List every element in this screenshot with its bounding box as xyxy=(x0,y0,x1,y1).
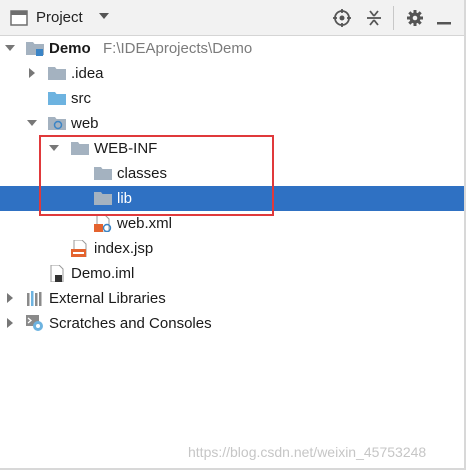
tree-item-scratches[interactable]: Scratches and Consoles xyxy=(0,311,464,336)
tree-item-label: classes xyxy=(117,165,168,182)
expanded-arrow-icon[interactable] xyxy=(26,117,38,129)
tree-item-label: Demo xyxy=(49,40,91,57)
panel-header: Project xyxy=(0,0,464,36)
source-folder-icon xyxy=(48,92,66,105)
tree-item-label: .idea xyxy=(71,65,104,82)
jsp-file-icon xyxy=(71,240,87,257)
tree-item-label: External Libraries xyxy=(49,290,166,307)
watermark: https://blog.csdn.net/weixin_45753248 xyxy=(188,444,427,460)
tree-item-label: WEB-INF xyxy=(94,140,158,157)
tree-item-label: Scratches and Consoles xyxy=(49,315,212,332)
tree-item-classes[interactable]: classes xyxy=(0,161,464,186)
gear-icon[interactable] xyxy=(405,8,425,28)
chevron-down-icon[interactable] xyxy=(97,9,111,23)
expanded-arrow-icon[interactable] xyxy=(4,42,16,54)
toolbar-separator xyxy=(393,6,394,30)
collapsed-arrow-icon[interactable] xyxy=(4,317,16,329)
tree-item-label: index.jsp xyxy=(94,240,154,257)
tree-item-external-libraries[interactable]: External Libraries xyxy=(0,286,464,311)
tree-item-label: lib xyxy=(117,190,133,207)
hide-icon[interactable] xyxy=(434,8,454,28)
tree-item-src[interactable]: src xyxy=(0,86,464,111)
expanded-arrow-icon[interactable] xyxy=(48,142,60,154)
tree-item-label: src xyxy=(71,90,91,107)
folder-icon xyxy=(94,167,112,180)
tree-item-index-jsp[interactable]: index.jsp xyxy=(0,236,464,261)
project-path: F:\IDEAprojects\Demo xyxy=(103,40,253,57)
tree-item-label: web.xml xyxy=(117,215,173,232)
folder-icon xyxy=(94,192,112,205)
tree-item-web-inf[interactable]: WEB-INF xyxy=(0,136,464,161)
tree-item-demo-iml[interactable]: Demo.iml xyxy=(0,261,464,286)
xml-file-icon xyxy=(94,215,112,232)
tree-item-label: web xyxy=(71,115,99,132)
locate-icon[interactable] xyxy=(332,8,352,28)
collapse-icon[interactable] xyxy=(364,8,384,28)
tree-item-web[interactable]: web xyxy=(0,111,464,136)
folder-icon xyxy=(71,142,89,155)
library-icon xyxy=(27,291,42,306)
scratches-icon xyxy=(26,315,43,331)
iml-file-icon xyxy=(50,265,64,282)
collapsed-arrow-icon[interactable] xyxy=(26,67,38,79)
tree-item-web-xml[interactable]: web.xml xyxy=(0,211,464,236)
tree-item-label: Demo.iml xyxy=(71,265,135,282)
panel-title[interactable]: Project xyxy=(36,9,83,26)
project-window-icon xyxy=(10,10,28,26)
collapsed-arrow-icon[interactable] xyxy=(4,292,16,304)
web-folder-icon xyxy=(48,117,66,130)
tree-item-lib[interactable]: lib xyxy=(0,186,464,211)
project-panel: Project Demo F:\IDEAprojects\Demo .idea … xyxy=(0,0,466,470)
tree-item-idea[interactable]: .idea xyxy=(0,61,464,86)
tree-item-demo[interactable]: Demo F:\IDEAprojects\Demo xyxy=(0,36,464,61)
folder-icon xyxy=(48,67,66,80)
module-folder-icon xyxy=(26,42,44,56)
